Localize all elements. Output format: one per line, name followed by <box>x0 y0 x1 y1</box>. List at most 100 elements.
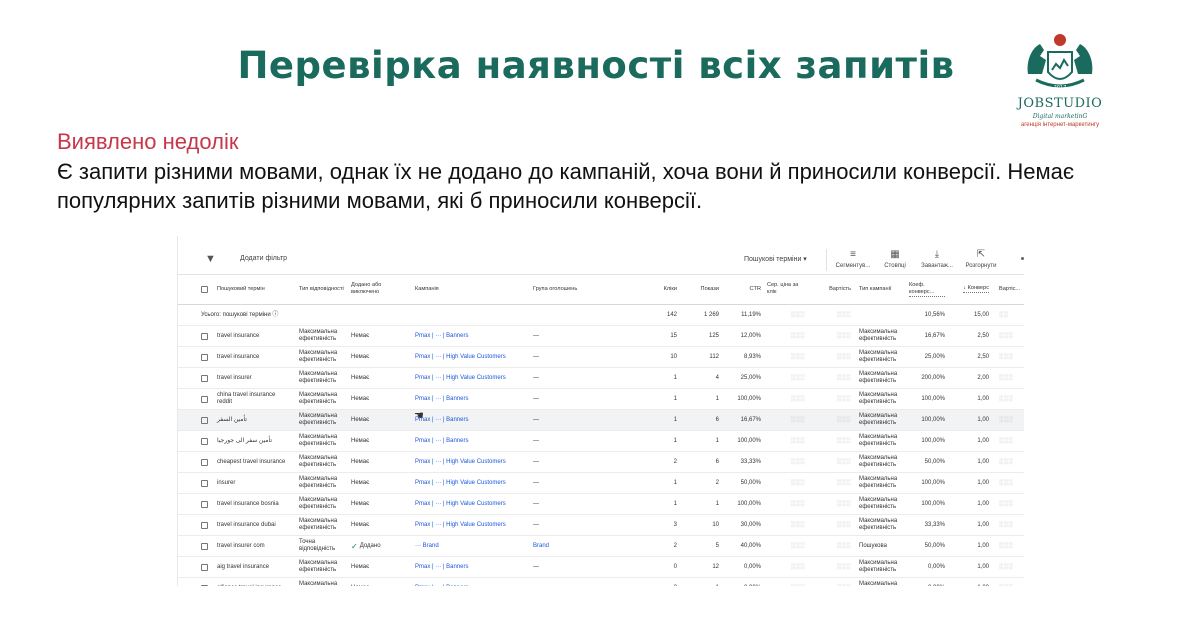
cell-ctr-text: 0,00% <box>743 563 761 570</box>
col-impr[interactable]: Покази <box>680 274 722 304</box>
cell-adgroup-text: — <box>533 437 539 444</box>
total-label-text: Усього: пошукові терміни <box>201 311 271 318</box>
table-row[interactable]: china travel insurance reddit Максимальна… <box>178 389 1024 410</box>
row-checkbox[interactable] <box>198 473 212 493</box>
total-conversions: 15,00 <box>973 311 989 318</box>
cell-conv-text: 1,00 <box>977 437 989 444</box>
cell-campaign[interactable]: Pmax | ··· | High Value Customers <box>412 515 530 535</box>
select-all-checkbox[interactable] <box>198 274 212 304</box>
cell-campaign-text: Pmax | ··· | Banners <box>415 395 469 402</box>
col-cost[interactable]: Вартість <box>808 274 854 304</box>
row-checkbox[interactable] <box>198 515 212 535</box>
col-match[interactable]: Тип відповідності <box>296 274 348 304</box>
cell-added: Немає <box>348 494 412 514</box>
col-ctr[interactable]: CTR <box>722 274 764 304</box>
expand-button[interactable]: ⇱ Розгорнути <box>958 249 1004 269</box>
cell-convval-redacted: ░░░ <box>999 437 1014 444</box>
col-cpc[interactable]: Сер. ціна за клік <box>764 274 808 304</box>
row-checkbox[interactable] <box>198 431 212 451</box>
row-checkbox[interactable] <box>198 368 212 388</box>
cell-match-text: Максимальна ефективність <box>299 434 338 447</box>
cell-campaign[interactable]: Pmax | ··· | High Value Customers <box>412 347 530 367</box>
table-row[interactable]: تأمين السفر Максимальна ефективність Немає… <box>178 410 1024 431</box>
table-row[interactable]: تأمين سفر الى جورجيا Максимальна ефективн… <box>178 431 1024 452</box>
cell-clicks: 2 <box>646 536 680 556</box>
segment-button[interactable]: ≡ Сегментув... <box>830 249 876 269</box>
col-campaign[interactable]: Кампанія <box>412 274 530 304</box>
table-row[interactable]: travel insurer com Точна відповідність ✓ До… <box>178 536 1024 557</box>
cell-ctype-text: Максимальна ефективність <box>859 392 898 405</box>
cell-added: Немає <box>348 515 412 535</box>
cell-ctype: Максимальна ефективність <box>856 347 906 367</box>
row-checkbox[interactable] <box>198 410 212 430</box>
row-checkbox[interactable] <box>198 326 212 346</box>
cell-campaign[interactable]: Pmax | ··· | Banners <box>412 410 530 430</box>
cell-convval-redacted: ░░░ <box>999 521 1014 528</box>
cell-convrate: 25,00% <box>906 347 948 367</box>
cell-conv-text: 1,00 <box>977 479 989 486</box>
table-row[interactable]: cheapest travel insurance Максимальна ефе… <box>178 452 1024 473</box>
cell-campaign[interactable]: Pmax | ··· | Banners <box>412 431 530 451</box>
cell-adgroup-text: — <box>533 395 539 402</box>
cell-clicks: 1 <box>646 410 680 430</box>
col-adgroup[interactable]: Група оголошень <box>530 274 646 304</box>
table-row[interactable]: travel insurance dubai Максимальна ефекти… <box>178 515 1024 536</box>
col-campaign-type[interactable]: Тип кампанії <box>856 274 906 304</box>
col-clicks[interactable]: Кліки <box>646 274 680 304</box>
cell-campaign[interactable]: Pmax | ··· | High Value Customers <box>412 473 530 493</box>
cell-campaign[interactable]: Pmax | ··· | High Value Customers <box>412 494 530 514</box>
view-select[interactable]: Пошукові терміни ▾ <box>744 255 807 263</box>
cell-clicks: 3 <box>646 515 680 535</box>
table-row[interactable]: travel insurance Максимальна ефективність… <box>178 326 1024 347</box>
cell-cost-redacted: ░░░ <box>836 416 851 423</box>
cell-campaign[interactable]: Pmax | ··· | High Value Customers <box>412 452 530 472</box>
more-icon[interactable] <box>1021 257 1024 260</box>
row-checkbox[interactable] <box>198 578 212 586</box>
cell-impr: 1 <box>680 494 722 514</box>
table-row[interactable]: travel insurance bosnia Максимальна ефект… <box>178 494 1024 515</box>
cell-match-text: Максимальна ефективність <box>299 350 338 363</box>
table-row[interactable]: travel insurance Максимальна ефективність… <box>178 347 1024 368</box>
cell-adgroup-text: — <box>533 416 539 423</box>
table-row[interactable]: alliance travel insurance Максимальна ефе… <box>178 578 1024 586</box>
row-checkbox[interactable] <box>198 347 212 367</box>
cell-impr-text: 2 <box>715 479 719 486</box>
col-conv-rate[interactable]: Коеф. конверс... <box>906 274 948 304</box>
col-conv-value[interactable]: Вартіс... <box>996 274 1024 304</box>
row-checkbox[interactable] <box>198 494 212 514</box>
cell-campaign[interactable]: Pmax | ··· | Banners <box>412 389 530 409</box>
cell-campaign[interactable]: Pmax | ··· | Banners <box>412 557 530 577</box>
download-button[interactable]: ⤓ Завантаж... <box>914 249 960 269</box>
row-checkbox[interactable] <box>198 389 212 409</box>
cell-campaign[interactable]: Pmax | ··· | Banners <box>412 578 530 587</box>
cell-conv-text: 1,00 <box>977 500 989 507</box>
cell-campaign[interactable]: ··· Brand <box>412 536 530 556</box>
cell-match: Максимальна ефективність <box>296 347 348 367</box>
row-checkbox[interactable] <box>198 452 212 472</box>
row-checkbox[interactable] <box>198 536 212 556</box>
col-conversions[interactable]: ↓ Конверс <box>948 274 992 304</box>
help-icon[interactable]: ⓘ <box>272 312 278 319</box>
cell-convval-redacted: ░░░ <box>999 353 1014 360</box>
cell-ctr-text: 25,00% <box>740 374 761 381</box>
cell-match: Максимальна ефективність <box>296 557 348 577</box>
cell-campaign[interactable]: Pmax | ··· | Banners <box>412 326 530 346</box>
row-checkbox[interactable] <box>198 557 212 577</box>
cell-clicks-text: 1 <box>673 374 677 381</box>
cell-campaign[interactable]: Pmax | ··· | High Value Customers <box>412 368 530 388</box>
cell-adgroup-text: — <box>533 585 539 587</box>
add-filter-button[interactable]: Додати фільтр <box>240 255 287 262</box>
cell-match-text: Максимальна ефективність <box>299 371 338 384</box>
cell-ctr-text: 100,00% <box>737 500 761 507</box>
columns-button[interactable]: ▦ Стовпці <box>872 249 918 269</box>
table-row[interactable]: travel insurer Максимальна ефективність Не… <box>178 368 1024 389</box>
table-row[interactable]: insurer Максимальна ефективність Немає Pmax… <box>178 473 1024 494</box>
cell-convval-redacted: ░░░ <box>999 458 1014 465</box>
col-term[interactable]: Пошуковий термін <box>214 274 294 304</box>
cell-cost-redacted: ░░░ <box>808 578 854 587</box>
table-row[interactable]: aig travel insurance Максимальна ефективн… <box>178 557 1024 578</box>
cell-conv-text: 1,00 <box>977 585 989 587</box>
filter-icon[interactable]: ▼ <box>205 253 216 265</box>
col-added[interactable]: Додано або виключено <box>348 274 412 304</box>
cell-cpc-redacted: ░░░ <box>790 353 805 360</box>
